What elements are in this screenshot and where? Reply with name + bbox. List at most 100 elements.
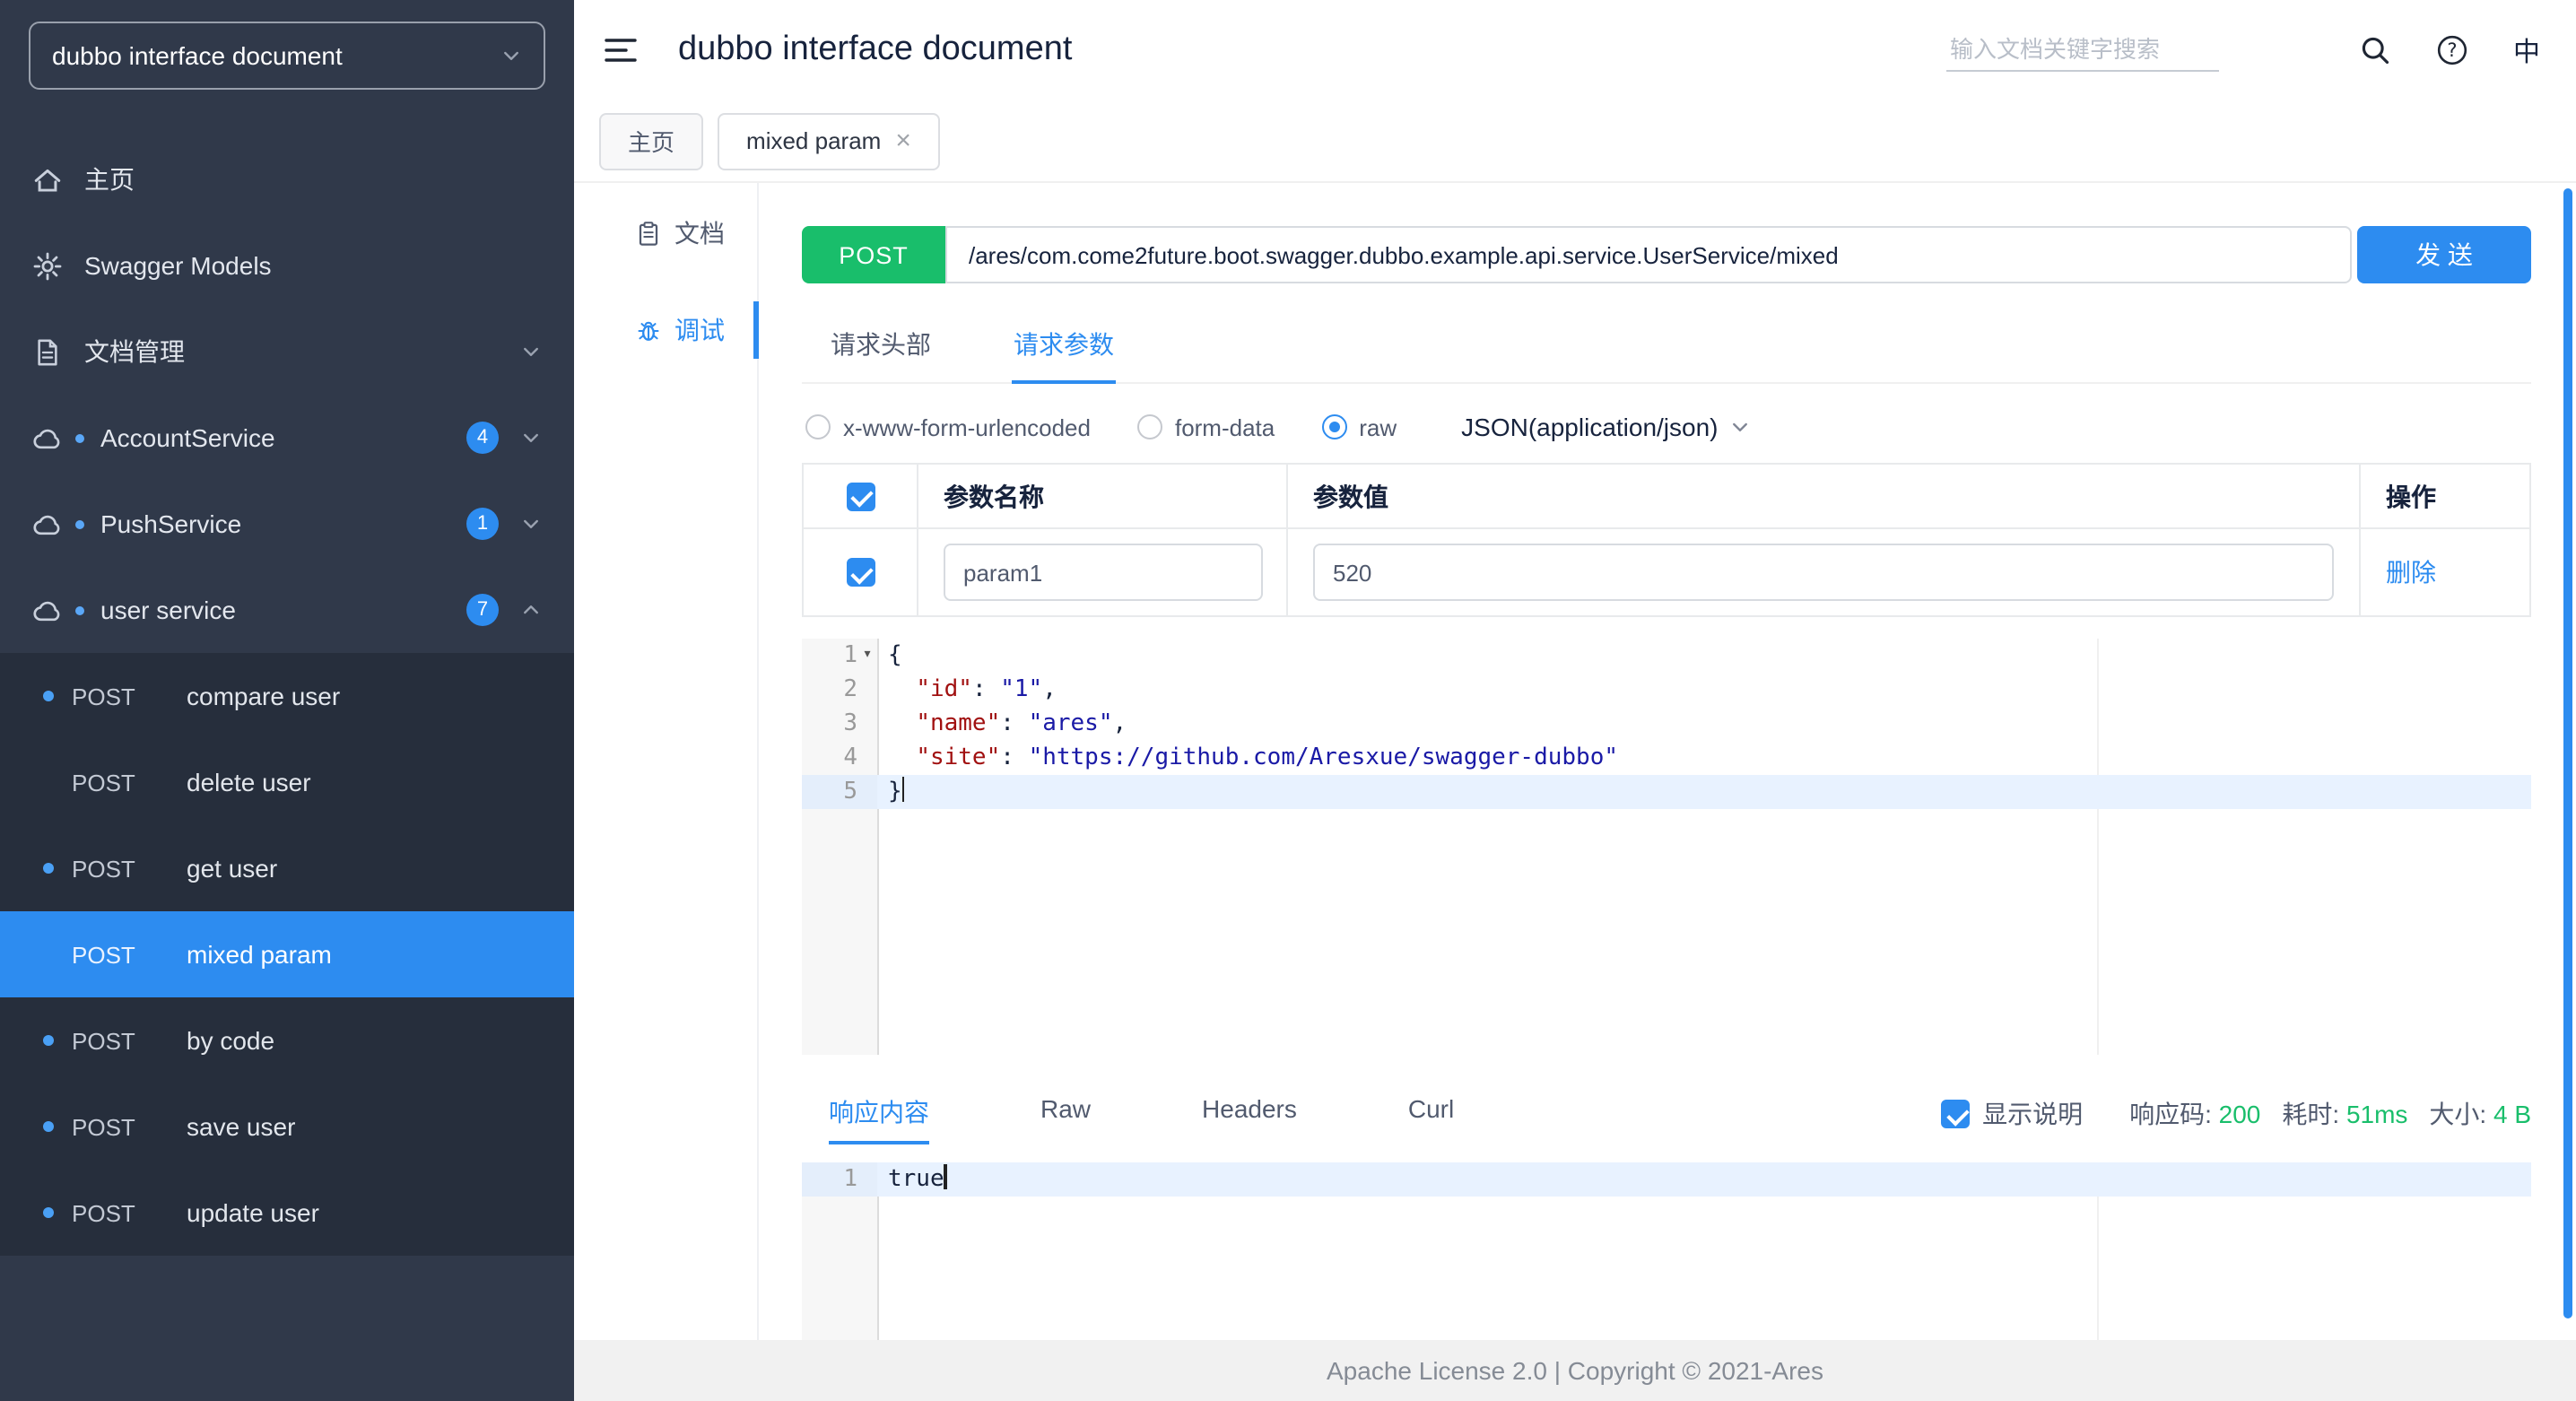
code-token: { [888,642,902,669]
meta-value: 200 [2218,1100,2261,1128]
operation-dot [43,1121,54,1132]
code-token: , [1042,676,1057,703]
operation-method: POST [72,855,135,882]
operation-label: save user [187,1112,296,1141]
response-tab-raw[interactable]: Raw [1040,1083,1091,1144]
show-description-toggle[interactable]: 显示说明 [1941,1096,2083,1132]
close-icon[interactable]: × [895,127,911,154]
show-description-checkbox[interactable] [1941,1100,1971,1128]
body-type-urlencoded[interactable]: x-www-form-urlencoded [805,413,1091,440]
code-token: : [1000,744,1029,771]
sidebar-item-swagger-models[interactable]: Swagger Models [0,222,574,309]
editor-line: 5} [802,775,2531,809]
sidebar-item-user-service[interactable]: user service 7 [0,567,574,653]
sidebar-item-home[interactable]: 主页 [0,136,574,222]
operation-item-compare-user[interactable]: POST compare user [0,653,574,739]
param-value-input[interactable] [1313,544,2334,601]
response-tabs: 响应内容 Raw Headers Curl [802,1083,1454,1144]
params-table-header: 参数名称 参数值 操作 [804,465,2529,529]
body-type-label: raw [1359,413,1397,440]
radio-urlencoded[interactable] [805,414,831,439]
code-token: , [1112,710,1127,737]
body-type-form-data[interactable]: form-data [1136,413,1275,440]
param-name-input[interactable] [944,544,1263,601]
project-select[interactable]: dubbo interface document [29,22,545,90]
response-editor[interactable]: 1 true [802,1162,2531,1340]
send-button[interactable]: 发 送 [2357,226,2531,283]
meta-value: 51ms [2345,1100,2408,1128]
chevron-down-icon [520,513,542,535]
operation-item-mixed-param[interactable]: POST mixed param [0,911,574,997]
sidebar: dubbo interface document 主页 Swagger Model… [0,0,574,1401]
radio-raw[interactable] [1321,414,1347,439]
code-line: "name": "ares", [877,707,2531,741]
line-number: 2 [802,673,877,707]
delete-link[interactable]: 删除 [2386,554,2436,590]
help-icon[interactable]: ? [2436,34,2468,66]
operation-method: POST [72,1027,135,1054]
fold-caret-icon[interactable]: ▾ [857,639,877,673]
code-token: "id" [916,676,972,703]
search-input[interactable] [1945,29,2219,72]
editor-line: 4 "site": "https://github.com/Aresxue/sw… [802,741,2531,775]
subnav-label: 调试 [674,316,725,344]
param-action-cell: 删除 [2361,529,2529,615]
subnav-debug[interactable]: 调试 [574,287,759,373]
request-body-editor[interactable]: 1 ▾{2 "id": "1", 3 "name": "ares", 4 "site"… [802,639,2531,1055]
request-tab-params[interactable]: 请求参数 [1012,309,1116,384]
text-cursor [901,777,905,802]
home-icon [32,164,63,195]
sidebar-item-label: 主页 [84,165,135,194]
request-bar: POST 发 送 [802,226,2531,283]
meta-value: 4 B [2493,1100,2531,1128]
radio-form-data[interactable] [1136,414,1162,439]
select-all-checkbox[interactable] [846,482,875,510]
response-tab-curl[interactable]: Curl [1408,1083,1454,1144]
request-tab-headers[interactable]: 请求头部 [829,309,933,382]
column-header-action: 操作 [2386,482,2436,510]
language-toggle[interactable]: 中 [2513,31,2540,69]
operation-item-by-code[interactable]: POST by code [0,997,574,1083]
menu-fold-icon[interactable] [603,34,639,66]
line-number: 1 ▾ [802,639,877,673]
search-icon[interactable] [2359,34,2391,66]
operation-method: POST [72,941,135,968]
method-button[interactable]: POST [802,226,945,283]
params-table: 参数名称参数值操作删除 [802,463,2531,617]
count-badge: 1 [466,508,499,540]
subnav: 文档调试 [574,183,759,1340]
operation-method: POST [72,1113,135,1140]
body-type-label: x-www-form-urlencoded [843,413,1091,440]
raw-content-type-value: JSON(application/json) [1461,413,1719,441]
body-type-raw[interactable]: raw [1321,413,1397,440]
raw-content-type-select[interactable]: JSON(application/json) [1461,413,1750,441]
content: POST 发 送 请求头部 请求参数 x-www-form-urlencoded f… [759,183,2576,1340]
code-token: "ares" [1028,710,1113,737]
tab-mixed-param[interactable]: mixed param × [718,112,940,170]
meta-label: 响应码: [2129,1100,2212,1128]
code-token: : [1000,710,1029,737]
vertical-scrollbar[interactable] [2563,188,2572,1318]
code-token: } [888,779,902,805]
url-input[interactable] [945,226,2352,283]
chevron-up-icon [520,599,542,621]
response-tab-headers[interactable]: Headers [1202,1083,1297,1144]
sidebar-item-push-service[interactable]: PushService 1 [0,481,574,567]
chevron-down-icon [500,45,522,66]
tab-home[interactable]: 主页 [599,112,704,170]
sidebar-item-doc-management[interactable]: 文档管理 [0,309,574,395]
subnav-doc[interactable]: 文档 [574,190,757,276]
sidebar-item-account-service[interactable]: AccountService 4 [0,395,574,481]
response-toolbar: 响应内容 Raw Headers Curl 显示说明 响应码: 200 耗时: 51ms 大… [802,1083,2531,1144]
sidebar-menu: 主页 Swagger Models 文档管理 AccountService 4 PushS… [0,136,574,1401]
response-meta: 显示说明 响应码: 200 耗时: 51ms 大小: 4 B [1941,1096,2531,1132]
operation-item-get-user[interactable]: POST get user [0,825,574,911]
response-time: 耗时: 51ms [2282,1096,2407,1132]
operation-item-update-user[interactable]: POST update user [0,1170,574,1256]
row-checkbox[interactable] [846,558,875,587]
operation-item-save-user[interactable]: POST save user [0,1083,574,1170]
response-tab-content[interactable]: 响应内容 [829,1083,929,1144]
operation-item-delete-user[interactable]: POST delete user [0,739,574,825]
operation-label: by code [187,1026,275,1055]
